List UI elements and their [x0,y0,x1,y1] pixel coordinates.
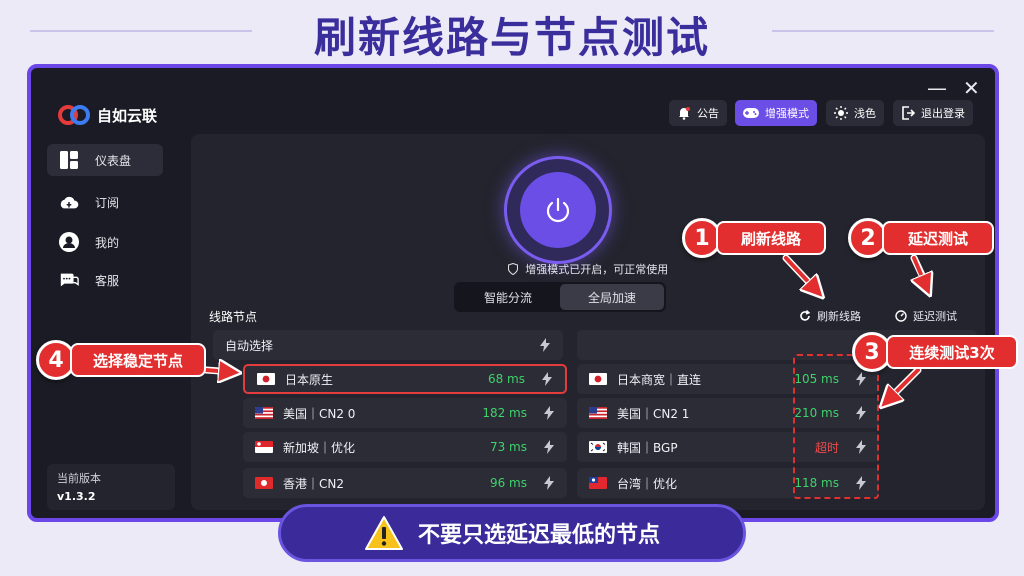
warning-banner: 不要只选延迟最低的节点 [278,504,746,562]
arrow-to-refresh [784,256,816,290]
callout-select-stable: 选择稳定节点 [70,343,206,377]
warning-text: 不要只选延迟最低的节点 [417,523,660,548]
annotation-arrows [202,254,1024,576]
callout-repeat-test: 连续测试3次 [886,335,1018,369]
arrow-to-selected-node [204,370,230,372]
callout-refresh: 刷新线路 [716,221,826,255]
arrow-to-latency-column [888,368,920,400]
warning-icon [364,515,404,551]
callout-latency-test: 延迟测试 [882,221,994,255]
